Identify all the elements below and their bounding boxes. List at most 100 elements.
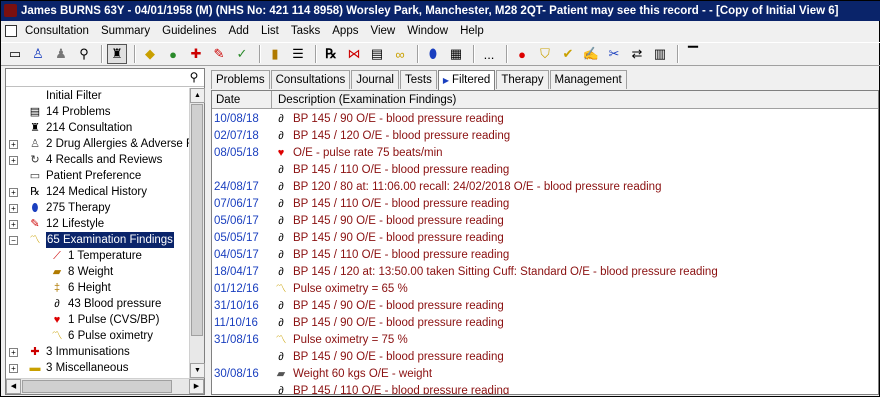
tag-icon[interactable]: ◆ xyxy=(140,44,160,64)
expand-icon[interactable]: + xyxy=(9,364,18,373)
tree-item[interactable]: ‡ 6 Height xyxy=(6,280,190,296)
group-icon[interactable]: ♟ xyxy=(51,44,71,64)
tab-consultations[interactable]: Consultations xyxy=(270,70,351,89)
table-row[interactable]: 10/08/18 ∂ BP 145 / 90 O/E - blood pressur… xyxy=(212,111,878,128)
scrollbar-thumb[interactable] xyxy=(22,380,172,393)
tree-item[interactable]: ⟋ 1 Temperature xyxy=(6,248,190,264)
find-icon[interactable]: ⚲ xyxy=(74,44,94,64)
scissors-icon[interactable]: ✂ xyxy=(604,44,624,64)
more-icon[interactable]: ... xyxy=(479,44,499,64)
pill-icon[interactable]: ⬮ xyxy=(423,44,443,64)
tree-item[interactable]: − 〽 65 Examination Findings xyxy=(6,232,190,248)
table-row[interactable]: 08/05/18 ♥ O/E - pulse rate 75 beats/min xyxy=(212,145,878,162)
table-row[interactable]: 18/04/17 ∂ BP 145 / 120 at: 13:50.00 taken… xyxy=(212,264,878,281)
menu-guidelines[interactable]: Guidelines xyxy=(156,22,222,40)
expand-icon[interactable]: + xyxy=(9,156,18,165)
clipboard-icon[interactable]: ▦ xyxy=(446,44,466,64)
tree-horizontal-scrollbar[interactable]: ◀ ▶ xyxy=(6,378,204,394)
menu-summary[interactable]: Summary xyxy=(95,22,156,40)
tree-item[interactable]: Initial Filter xyxy=(6,88,190,104)
column-header-date[interactable]: Date xyxy=(212,91,272,109)
table-row[interactable]: ∂ BP 145 / 110 O/E - blood pressure readi… xyxy=(212,162,878,179)
expand-icon[interactable]: + xyxy=(9,188,18,197)
needle-icon[interactable]: ✓ xyxy=(232,44,252,64)
rx-icon[interactable]: ℞ xyxy=(321,44,341,64)
filter-icon[interactable]: ⛉ xyxy=(535,44,555,64)
menu-help[interactable]: Help xyxy=(454,22,490,40)
collapse-icon[interactable]: − xyxy=(9,236,18,245)
screen-icon[interactable]: ▭ xyxy=(5,44,25,64)
tree-item[interactable]: 〽 6 Pulse oximetry xyxy=(6,328,190,344)
menu-window[interactable]: Window xyxy=(401,22,454,40)
search-icon[interactable]: ⚲ xyxy=(186,70,202,86)
tree-item[interactable]: + ▬ 3 Miscellaneous xyxy=(6,360,190,376)
check-icon[interactable]: ✔ xyxy=(558,44,578,64)
tree-item[interactable]: ▰ 8 Weight xyxy=(6,264,190,280)
table-row[interactable]: 24/08/17 ∂ BP 120 / 80 at: 11:06.00 recall… xyxy=(212,179,878,196)
table-row[interactable]: ∂ BP 145 / 110 O/E - blood pressure readi… xyxy=(212,383,878,394)
menu-tasks[interactable]: Tasks xyxy=(285,22,326,40)
scroll-down-icon[interactable]: ▼ xyxy=(190,363,205,378)
consultation-icon[interactable]: ♜ xyxy=(107,44,127,64)
column-header-description[interactable]: Description (Examination Findings) xyxy=(274,91,456,109)
tab-problems[interactable]: Problems xyxy=(211,70,270,89)
tree-item[interactable]: ▭ Patient Preference xyxy=(6,168,190,184)
film-icon[interactable]: ▥ xyxy=(650,44,670,64)
tree-item[interactable]: + ♙ 2 Drug Allergies & Adverse Re xyxy=(6,136,190,152)
swap-icon[interactable]: ⇄ xyxy=(627,44,647,64)
table-row[interactable]: ∂ BP 145 / 90 O/E - blood pressure readin… xyxy=(212,349,878,366)
add-icon[interactable]: ✚ xyxy=(186,44,206,64)
register-icon[interactable]: ▤ xyxy=(367,44,387,64)
table-row[interactable]: 30/08/16 ▰ Weight 60 kgs O/E - weight xyxy=(212,366,878,383)
tree-item[interactable]: ♥ 1 Pulse (CVS/BP) xyxy=(6,312,190,328)
tree-item[interactable]: + ⬮ 275 Therapy xyxy=(6,200,190,216)
list-icon[interactable]: ☰ xyxy=(288,44,308,64)
apple-icon[interactable]: ● xyxy=(163,44,183,64)
tree-item[interactable]: + ✚ 3 Immunisations xyxy=(6,344,190,360)
menu-list[interactable]: List xyxy=(255,22,285,40)
table-row[interactable]: 05/06/17 ∂ BP 145 / 90 O/E - blood pressur… xyxy=(212,213,878,230)
person-icon[interactable]: ♙ xyxy=(28,44,48,64)
table-row[interactable]: 05/05/17 ∂ BP 145 / 90 O/E - blood pressur… xyxy=(212,230,878,247)
tree-item[interactable]: ♜ 214 Consultation xyxy=(6,120,190,136)
ribbon-icon[interactable]: ∞ xyxy=(390,44,410,64)
table-row[interactable]: 07/06/17 ∂ BP 145 / 110 O/E - blood pressu… xyxy=(212,196,878,213)
menu-consultation[interactable]: Consultation xyxy=(19,22,95,40)
expand-icon[interactable]: + xyxy=(9,348,18,357)
table-row[interactable]: 04/05/17 ∂ BP 145 / 110 O/E - blood pressu… xyxy=(212,247,878,264)
menu-add[interactable]: Add xyxy=(222,22,254,40)
scroll-left-icon[interactable]: ◀ xyxy=(6,379,21,394)
tab-tests[interactable]: Tests xyxy=(399,70,437,89)
scroll-up-icon[interactable]: ▲ xyxy=(190,88,205,103)
tree-item[interactable]: ▤ 14 Problems xyxy=(6,104,190,120)
pin-icon[interactable]: ✎ xyxy=(209,44,229,64)
expand-icon[interactable]: + xyxy=(9,220,18,229)
table-row[interactable]: 31/08/16 〽 Pulse oximetry = 75 % xyxy=(212,332,878,349)
scrollbar-thumb[interactable] xyxy=(191,104,203,336)
table-row[interactable]: 31/10/16 ∂ BP 145 / 90 O/E - blood pressur… xyxy=(212,298,878,315)
table-row[interactable]: 02/07/18 ∂ BP 145 / 120 O/E - blood pressu… xyxy=(212,128,878,145)
notebook-icon[interactable]: ▮ xyxy=(265,44,285,64)
scroll-right-icon[interactable]: ▶ xyxy=(189,379,204,394)
expand-icon[interactable]: + xyxy=(9,204,18,213)
tree-search-bar[interactable]: ⚲ xyxy=(6,69,204,87)
tree-item[interactable]: + ✎ 12 Lifestyle xyxy=(6,216,190,232)
stop-icon[interactable]: ● xyxy=(512,44,532,64)
table-row[interactable]: 11/10/16 ∂ BP 145 / 90 O/E - blood pressur… xyxy=(212,315,878,332)
menu-apps[interactable]: Apps xyxy=(326,22,364,40)
menu-view[interactable]: View xyxy=(364,22,401,40)
tree-item[interactable]: + ↻ 4 Recalls and Reviews xyxy=(6,152,190,168)
bowtie-icon[interactable]: ⋈ xyxy=(344,44,364,64)
tree-item[interactable]: + ℞ 124 Medical History xyxy=(6,184,190,200)
document-icon[interactable]: ▔ xyxy=(683,44,703,64)
expand-icon[interactable]: + xyxy=(9,140,18,149)
window-menu-icon[interactable] xyxy=(5,25,17,37)
table-row[interactable]: 01/12/16 〽 Pulse oximetry = 65 % xyxy=(212,281,878,298)
tree-vertical-scrollbar[interactable]: ▲ ▼ xyxy=(189,88,205,378)
tab-therapy[interactable]: Therapy xyxy=(496,70,549,89)
tab-journal[interactable]: Journal xyxy=(351,70,399,89)
edit-icon[interactable]: ✍ xyxy=(581,44,601,64)
tab-filtered[interactable]: ▶ Filtered xyxy=(437,70,496,90)
tree-item[interactable]: ∂ 43 Blood pressure xyxy=(6,296,190,312)
tab-management[interactable]: Management xyxy=(549,70,627,89)
